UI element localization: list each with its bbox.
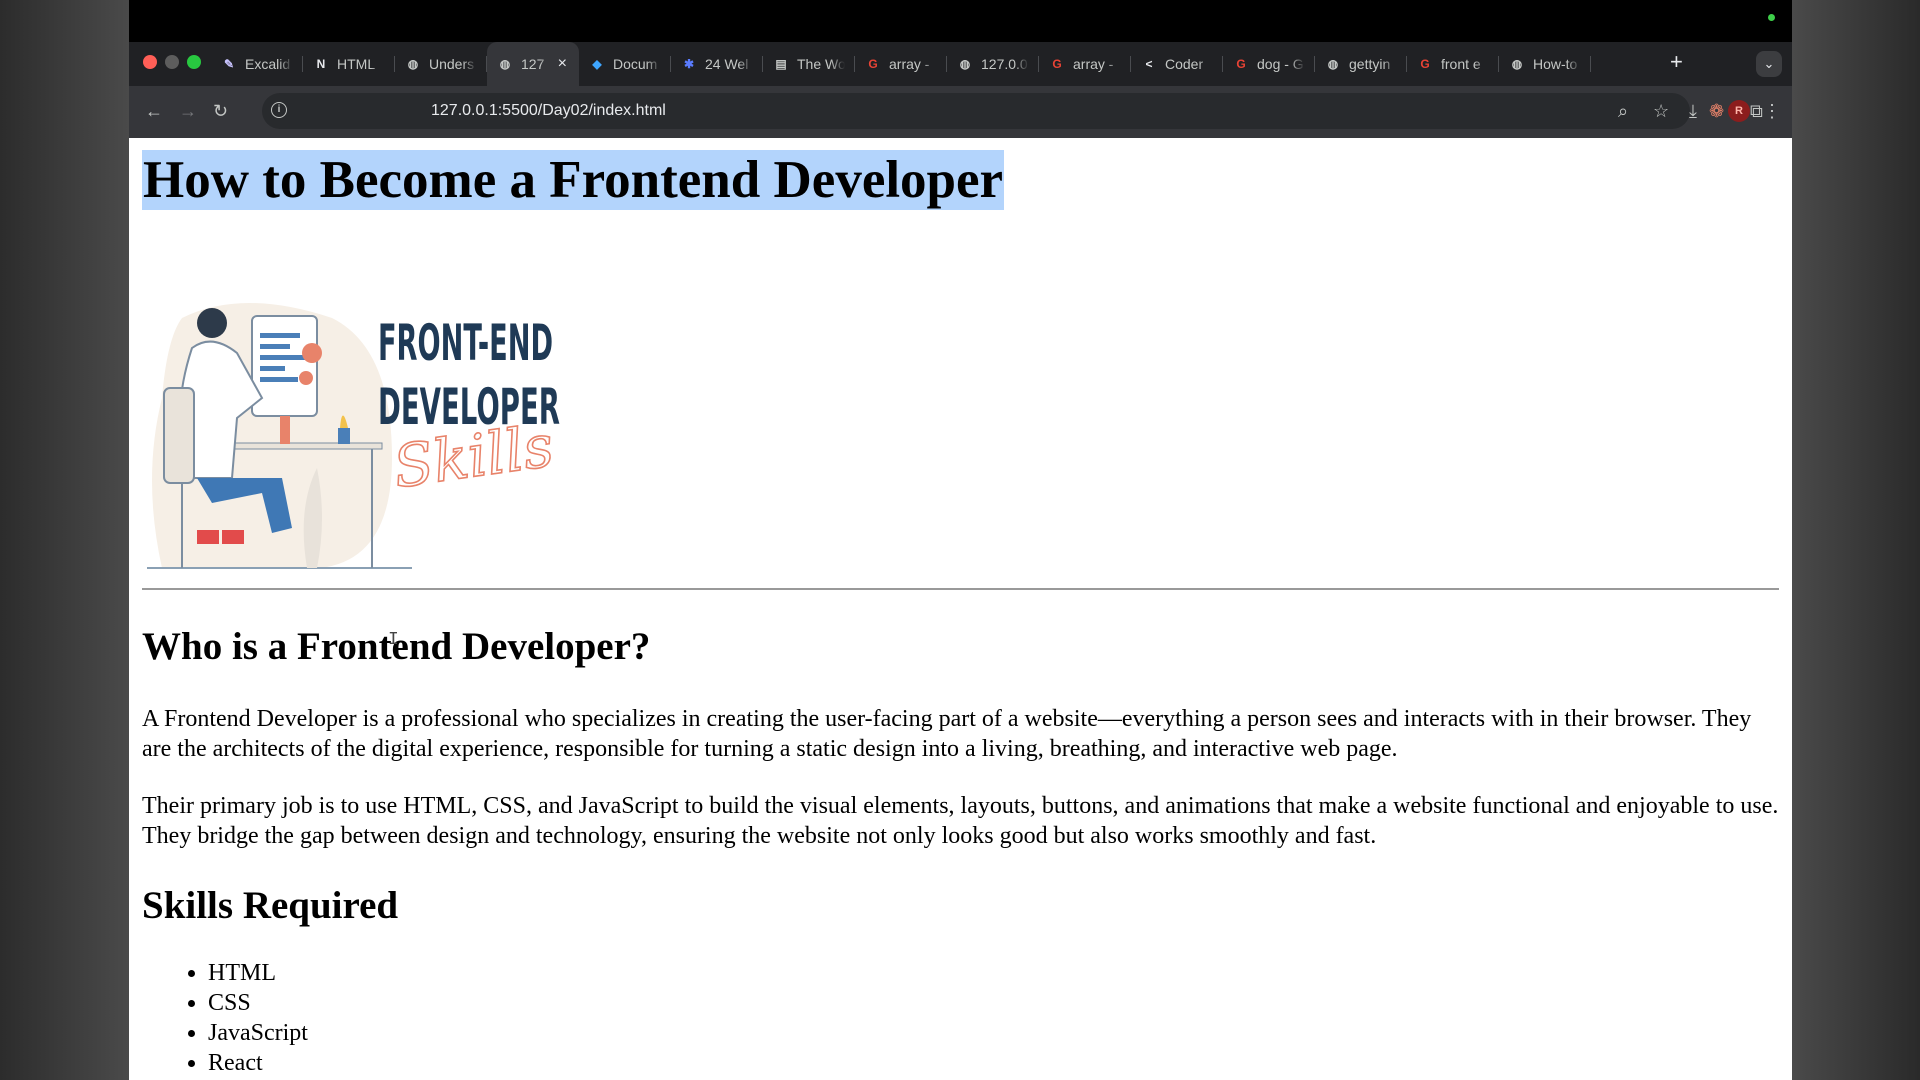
extension-icon[interactable]: ❁ [1709, 100, 1724, 122]
tab-0[interactable]: ✎ Excalid [211, 42, 303, 86]
close-tab-icon[interactable]: × [558, 55, 567, 73]
tab-13[interactable]: Gfront e [1407, 42, 1499, 86]
tab-title: 127.0.0 [981, 56, 1028, 72]
skills-list: HTML CSS JavaScript React [142, 958, 308, 1078]
tab-title: array - [889, 56, 930, 72]
site-info-icon[interactable]: i [271, 102, 287, 118]
list-item: JavaScript [208, 1018, 308, 1048]
tab-title: HTML [337, 56, 376, 72]
tab-4[interactable]: ◆ Docum [579, 42, 671, 86]
tab-title: 127 [521, 56, 545, 72]
tab-search-button[interactable]: ⌄ [1756, 51, 1782, 77]
tab-7[interactable]: Garray - [855, 42, 947, 86]
section-heading-skills: Skills Required [142, 884, 399, 927]
url-text[interactable]: 127.0.0.1:5500/Day02/index.html [431, 100, 666, 122]
tab-title: array - [1073, 56, 1114, 72]
desktop-background-left [0, 0, 129, 1080]
globe-icon: ◍ [499, 57, 511, 71]
tab-2[interactable]: ◍ Unders [395, 42, 487, 86]
menu-kebab-icon[interactable]: ⋮ [1763, 100, 1781, 122]
new-tab-button[interactable]: + [1670, 51, 1683, 73]
asterisk-icon: ✱ [683, 57, 695, 71]
tab-11[interactable]: Gdog - G [1223, 42, 1315, 86]
vscode-icon: ◆ [592, 57, 602, 71]
google-icon: G [1052, 57, 1062, 71]
browser-window: ✎ Excalid N HTML ◍ Unders ◍ 127 × ◆ Docum ✱ 24 Wel ▤ T… [129, 0, 1792, 1080]
forward-icon[interactable]: → [179, 99, 197, 123]
list-item: CSS [208, 988, 308, 1018]
globe-icon: ◍ [1511, 57, 1523, 71]
paragraph-2: Their primary job is to use HTML, CSS, a… [142, 793, 1779, 849]
tab-title: The Wo [797, 56, 845, 72]
tab-title: front e [1441, 56, 1481, 72]
web-page-content: How to Become a Frontend Developer FRONT… [129, 138, 1792, 1080]
tab-3[interactable]: ◍ 127 × [487, 42, 579, 86]
google-icon: G [1420, 57, 1430, 71]
logo-line-1: FRONT-END [378, 314, 553, 372]
list-item: React [208, 1048, 308, 1078]
avatar[interactable]: R [1728, 100, 1750, 122]
google-icon: G [868, 57, 878, 71]
list-item: HTML [208, 958, 308, 988]
tab-5[interactable]: ✱ 24 Wel [671, 42, 763, 86]
tab-9[interactable]: Garray - [1039, 42, 1131, 86]
tab-8[interactable]: ◍ 127.0.0 [947, 42, 1039, 86]
tab-title: 24 Wel [705, 56, 749, 72]
bookmark-star-icon[interactable]: ☆ [1653, 100, 1669, 122]
globe-icon: ◍ [959, 57, 971, 71]
tab-6[interactable]: ▤ The Wo [763, 42, 855, 86]
excalidraw-icon: ✎ [223, 57, 235, 71]
tab-list: ✎ Excalid N HTML ◍ Unders ◍ 127 × ◆ Docum ✱ 24 Wel ▤ T… [211, 42, 1591, 86]
tab-title: dog - G [1257, 56, 1304, 72]
notion-icon: N [316, 57, 326, 71]
camera-indicator-icon [1768, 14, 1775, 21]
coder-icon: < [1145, 57, 1153, 71]
extensions-puzzle-icon[interactable]: ⧉ [1750, 100, 1763, 122]
tab-title: Excalid [245, 56, 291, 72]
globe-icon: ◍ [1327, 57, 1339, 71]
close-window-button[interactable] [143, 55, 157, 69]
text-cursor-icon: I [388, 630, 399, 650]
tab-title: Unders [429, 56, 475, 72]
minimize-window-button[interactable] [165, 55, 179, 69]
google-icon: G [1236, 57, 1246, 71]
zoom-icon[interactable]: ⌕ [1618, 100, 1628, 122]
tab-14[interactable]: ◍ How-to [1499, 42, 1591, 86]
page-title: How to Become a Frontend Developer [142, 150, 1005, 210]
tab-title: gettyin [1349, 56, 1391, 72]
back-icon[interactable]: ← [145, 99, 163, 123]
tab-1[interactable]: N HTML [303, 42, 395, 86]
tab-title: How-to [1533, 56, 1578, 72]
paragraph-1: A Frontend Developer is a professional w… [142, 706, 1752, 762]
tab-10[interactable]: < Coder [1131, 42, 1223, 86]
globe-icon: ◍ [407, 57, 419, 71]
tab-title: Coder [1165, 56, 1204, 72]
tab-strip: ✎ Excalid N HTML ◍ Unders ◍ 127 × ◆ Docum ✱ 24 Wel ▤ T… [129, 42, 1792, 86]
book-icon: ▤ [775, 57, 787, 71]
maximize-window-button[interactable] [187, 55, 201, 69]
frontend-developer-hero-image: FRONT-END DEVELOPER Skills [147, 303, 560, 569]
tab-title: Docum [613, 56, 658, 72]
divider [142, 588, 1779, 590]
reload-icon[interactable]: ↻ [213, 99, 228, 123]
desktop-background-right [1792, 0, 1920, 1080]
tab-12[interactable]: ◍ gettyin [1315, 42, 1407, 86]
download-icon[interactable]: ⤓ [1689, 100, 1697, 122]
